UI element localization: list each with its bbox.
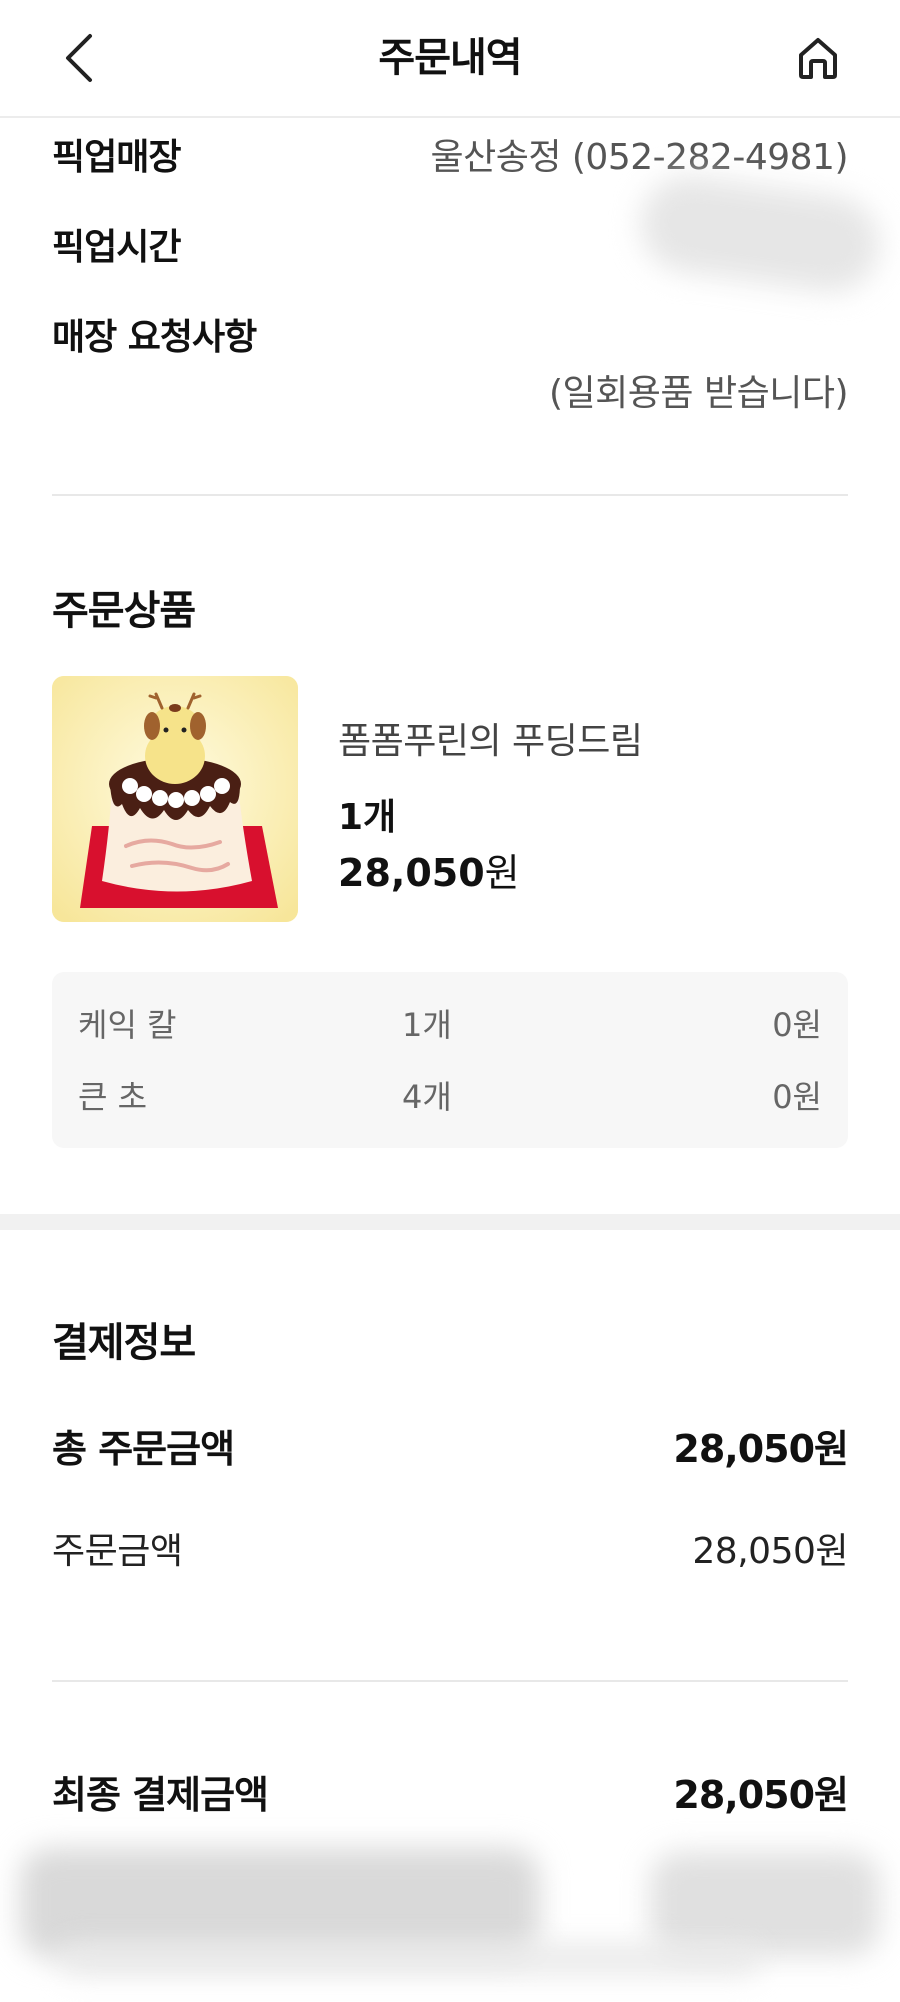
product-price-unit: 원 <box>484 851 520 895</box>
total-order-amount-value: 28,050원 <box>673 1427 849 1471</box>
order-items-title: 주문상품 <box>52 588 196 634</box>
option-qty: 4개 <box>402 1078 452 1116</box>
final-payment-row: 최종 결제금액 28,050원 <box>52 1764 849 1817</box>
final-payment-label: 최종 결제금액 <box>52 1773 269 1817</box>
option-row: 케익 칼 1개 0원 <box>52 1000 848 1044</box>
pickup-time-label: 픽업시간 <box>52 227 181 268</box>
pickup-store-value: 울산송정 (052-282-4981) <box>430 137 848 178</box>
redacted-footer <box>60 1944 760 1974</box>
option-price: 0원 <box>772 1078 822 1116</box>
thick-section-divider <box>0 1214 900 1230</box>
product-image[interactable] <box>52 676 298 922</box>
cake-illustration <box>52 676 298 922</box>
total-order-amount-row: 총 주문금액 28,050원 <box>52 1418 849 1471</box>
home-icon <box>799 38 837 79</box>
home-button[interactable] <box>790 30 846 86</box>
section-divider <box>52 1680 848 1682</box>
option-row: 큰 초 4개 0원 <box>52 1072 848 1116</box>
pickup-store-label: 픽업매장 <box>52 137 181 178</box>
order-amount-value: 28,050원 <box>692 1531 848 1572</box>
store-request-label: 매장 요청사항 <box>52 317 257 358</box>
option-price: 0원 <box>772 1006 822 1044</box>
product-price-number: 28,050 <box>338 851 485 895</box>
page-title: 주문내역 <box>378 35 522 81</box>
option-qty: 1개 <box>402 1006 452 1044</box>
redacted-payment-method <box>20 1848 540 1958</box>
store-request-value: (일회용품 받습니다) <box>549 373 849 414</box>
payment-info-title: 결제정보 <box>52 1320 196 1366</box>
order-amount-label: 주문금액 <box>52 1531 183 1572</box>
product-quantity: 1개 <box>338 797 397 838</box>
order-amount-row: 주문금액 28,050원 <box>52 1522 848 1572</box>
order-detail-page: 주문내역 픽업매장 울산송정 (052-282-4981) 픽업시간 매장 요청… <box>0 0 900 2002</box>
redacted-payment-value <box>650 1852 880 1956</box>
app-header: 주문내역 <box>0 0 900 118</box>
product-name[interactable]: 폼폼푸린의 푸딩드림 <box>338 712 643 764</box>
option-name: 큰 초 <box>78 1078 148 1116</box>
section-divider <box>52 494 848 496</box>
redacted-pickup-time <box>634 169 886 299</box>
total-order-amount-label: 총 주문금액 <box>52 1427 235 1471</box>
option-name: 케익 칼 <box>78 1006 177 1044</box>
product-price: 28,050원 <box>338 842 520 897</box>
final-payment-value: 28,050원 <box>673 1773 849 1817</box>
product-options-box: 케익 칼 1개 0원 큰 초 4개 0원 <box>52 972 848 1148</box>
